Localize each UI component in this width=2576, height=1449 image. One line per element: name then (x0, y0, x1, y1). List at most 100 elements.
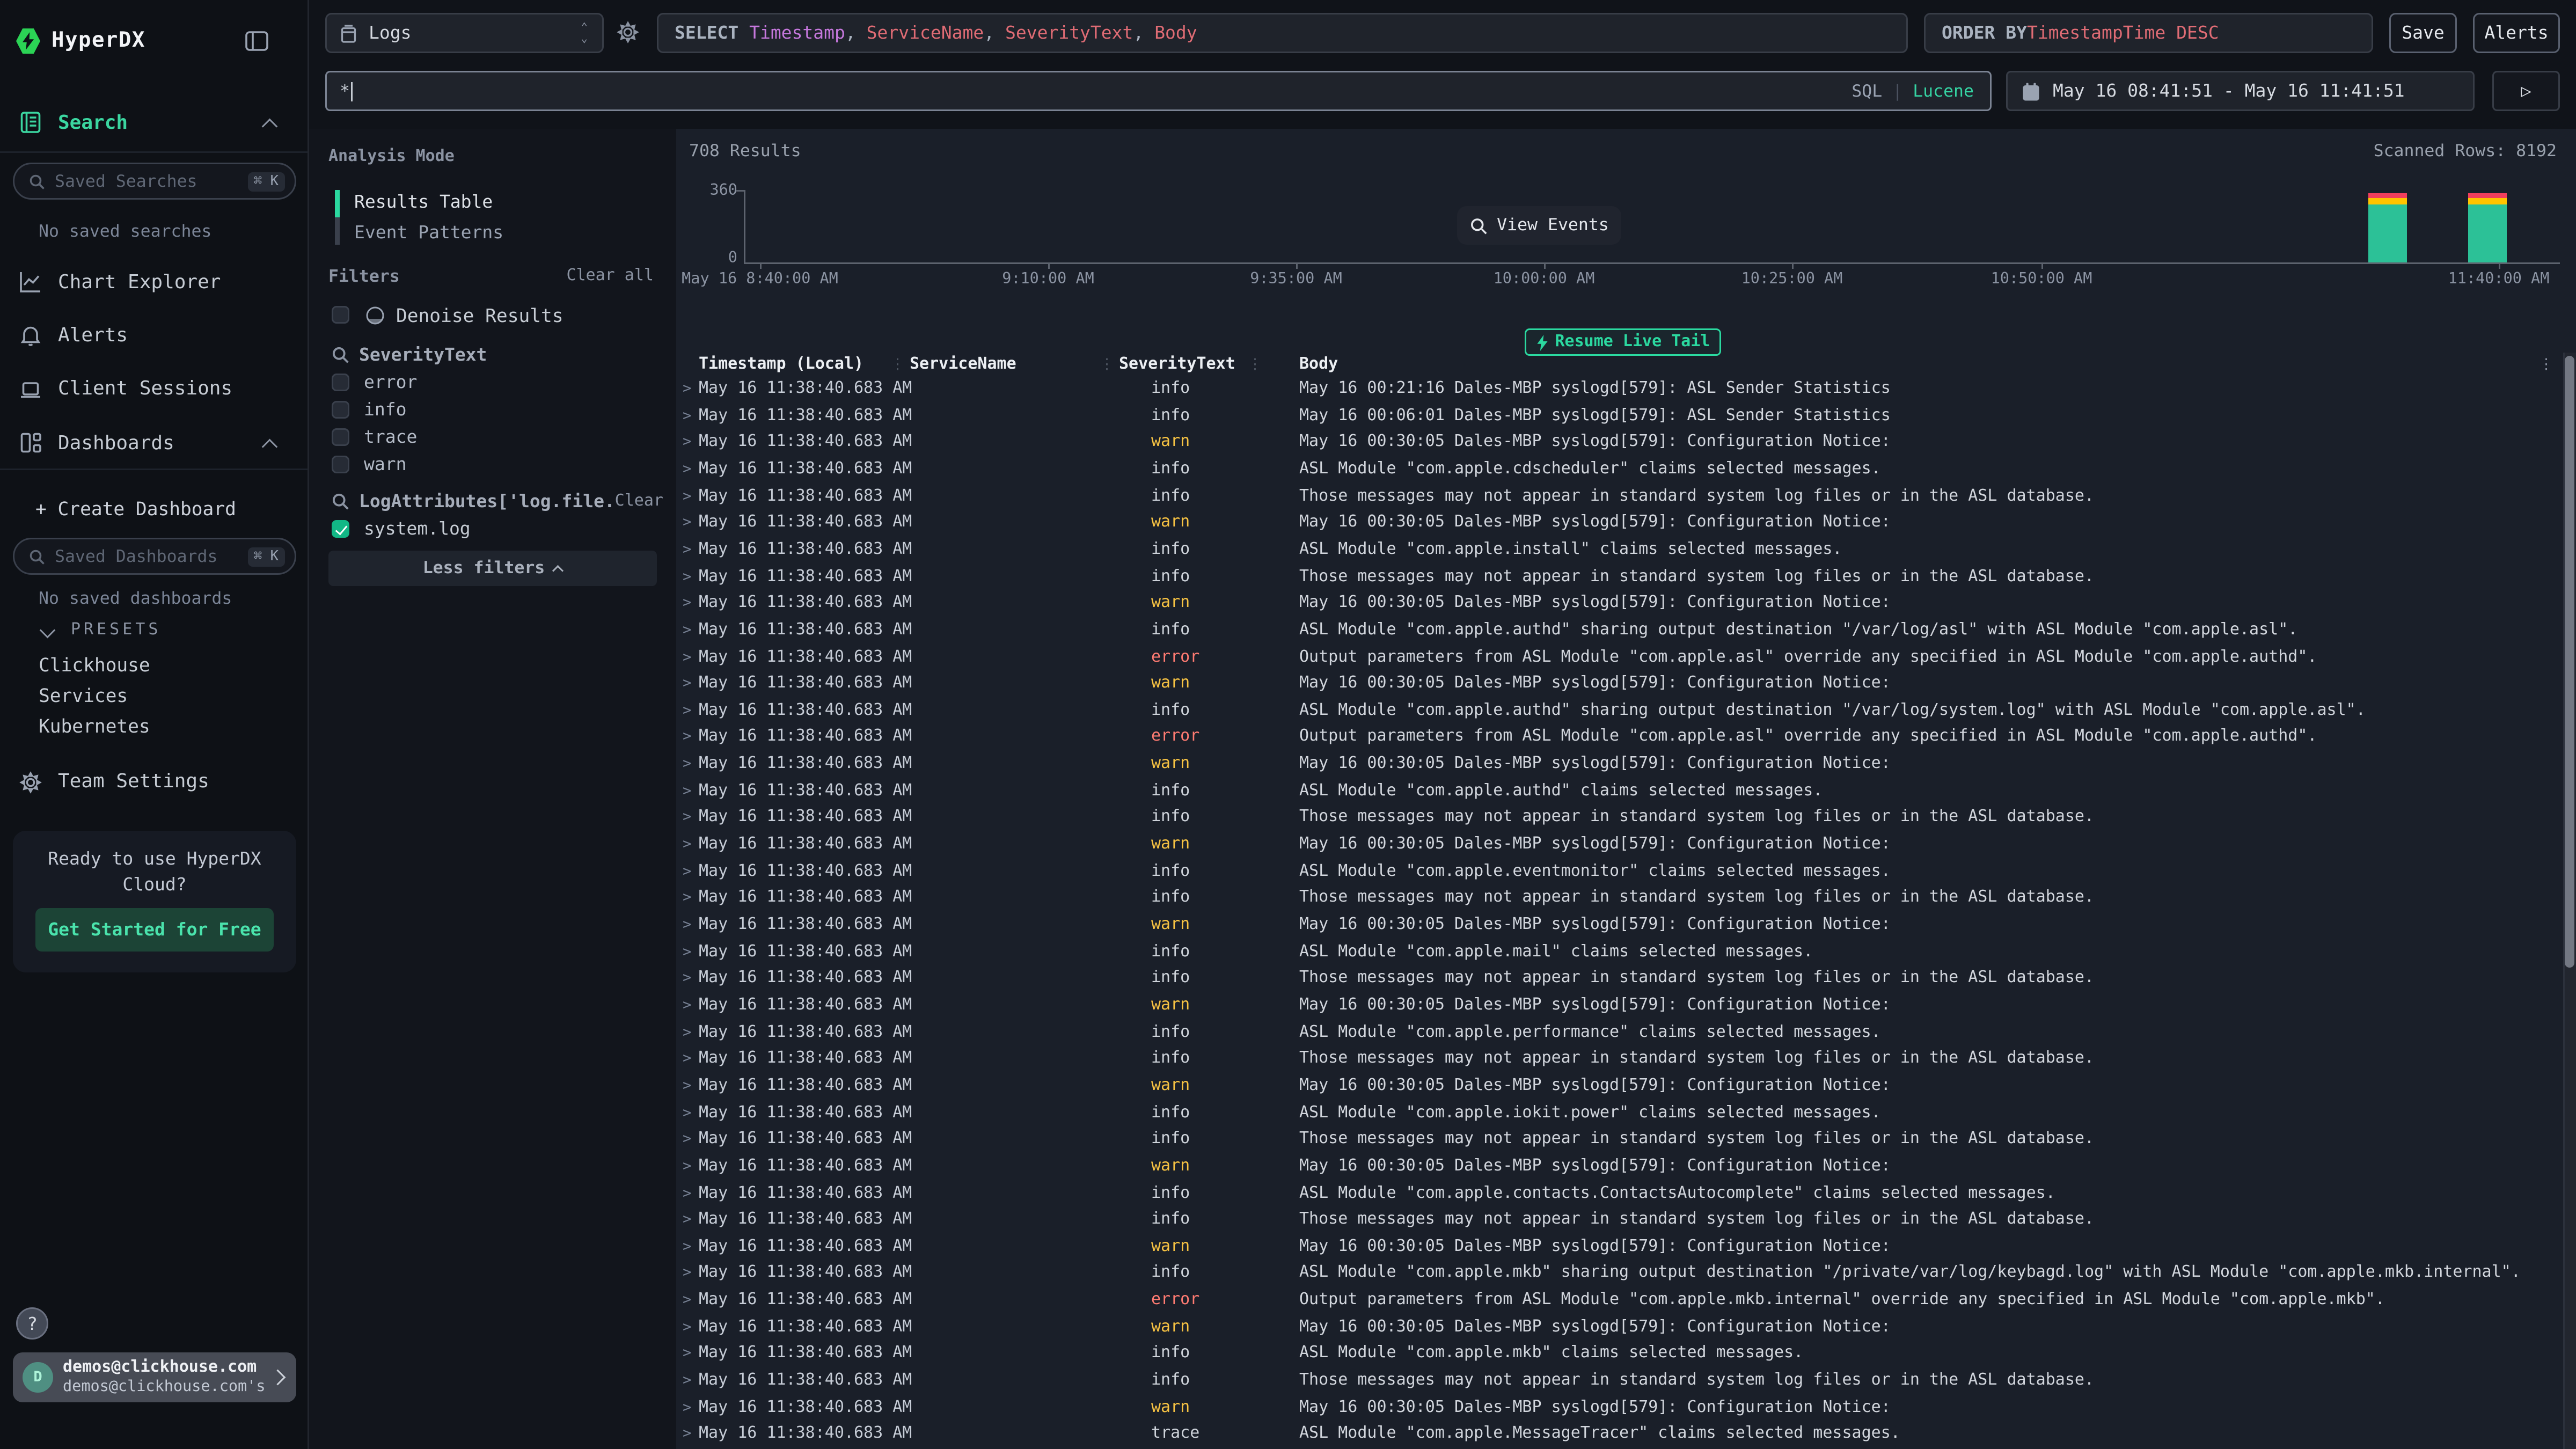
view-events-button[interactable]: View Events (1457, 206, 1621, 245)
row-expand-icon[interactable]: > (683, 1074, 691, 1101)
filter-group-logattributes[interactable]: LogAttributes['log.file.nam (359, 491, 612, 512)
table-row[interactable]: >May 16 11:38:40.683 AMwarnMay 16 00:30:… (676, 1315, 2563, 1342)
table-row[interactable]: >May 16 11:38:40.683 AMwarnMay 16 00:30:… (676, 913, 2563, 940)
help-button[interactable]: ? (16, 1307, 48, 1340)
save-button[interactable]: Save (2389, 13, 2457, 53)
table-row[interactable]: >May 16 11:38:40.683 AMinfoASL Module "c… (676, 457, 2563, 484)
table-row[interactable]: >May 16 11:38:40.683 AMerrorOutput param… (676, 725, 2563, 752)
filter-option-error[interactable]: error (364, 372, 417, 393)
resume-live-tail-button[interactable]: Resume Live Tail (1525, 328, 1721, 356)
row-expand-icon[interactable]: > (683, 377, 691, 404)
row-expand-icon[interactable]: > (683, 1368, 691, 1395)
sql-select-editor[interactable]: SELECT Timestamp, ServiceName, SeverityT… (657, 13, 1908, 53)
alerts-button[interactable]: Alerts (2473, 13, 2560, 53)
get-started-button[interactable]: Get Started for Free (35, 908, 274, 952)
table-row[interactable]: >May 16 11:38:40.683 AMinfoASL Module "c… (676, 538, 2563, 565)
row-expand-icon[interactable]: > (683, 1342, 691, 1368)
clear-all-button[interactable]: Clear all (566, 267, 654, 285)
table-row[interactable]: >May 16 11:38:40.683 AMwarnMay 16 00:30:… (676, 591, 2563, 618)
preset-clickhouse[interactable]: Clickhouse (39, 654, 150, 676)
run-query-button[interactable]: ▷ (2492, 71, 2560, 111)
create-dashboard-button[interactable]: + Create Dashboard (35, 497, 236, 520)
filter-option-warn[interactable]: warn (364, 454, 407, 475)
sidebar-collapse-icon[interactable] (245, 31, 269, 52)
search-query-input[interactable]: * SQL | Lucene (325, 71, 1992, 111)
scrollbar-thumb[interactable] (2565, 356, 2574, 968)
filter-option-info[interactable]: info (364, 399, 407, 420)
row-expand-icon[interactable]: > (683, 1261, 691, 1288)
column-separator[interactable]: ⋮ (890, 357, 905, 374)
table-row[interactable]: >May 16 11:38:40.683 AMinfoASL Module "c… (676, 698, 2563, 725)
table-row[interactable]: >May 16 11:38:40.683 AMinfoASL Module "c… (676, 779, 2563, 806)
row-expand-icon[interactable]: > (683, 967, 691, 993)
histogram-bar[interactable] (2468, 193, 2507, 262)
row-expand-icon[interactable]: > (683, 1288, 691, 1315)
row-expand-icon[interactable]: > (683, 993, 691, 1020)
row-expand-icon[interactable]: > (683, 752, 691, 779)
row-expand-icon[interactable]: > (683, 1047, 691, 1074)
row-expand-icon[interactable]: > (683, 1208, 691, 1234)
table-row[interactable]: >May 16 11:38:40.683 AMwarnMay 16 00:30:… (676, 430, 2563, 457)
table-row[interactable]: >May 16 11:38:40.683 AMwarnMay 16 00:30:… (676, 1154, 2563, 1181)
table-row[interactable]: >May 16 11:38:40.683 AMinfoASL Module "c… (676, 1342, 2563, 1368)
row-expand-icon[interactable]: > (683, 1234, 691, 1261)
table-row[interactable]: >May 16 11:38:40.683 AMwarnMay 16 00:30:… (676, 511, 2563, 538)
table-row[interactable]: >May 16 11:38:40.683 AMerrorOutput param… (676, 645, 2563, 672)
row-expand-icon[interactable]: > (683, 565, 691, 591)
order-by-editor[interactable]: ORDER BY TimestampTime DESC (1924, 13, 2373, 53)
kebab-menu-icon[interactable]: ⋮ (2539, 357, 2553, 374)
table-row[interactable]: >May 16 11:38:40.683 AMwarnMay 16 00:30:… (676, 1234, 2563, 1261)
table-row[interactable]: >May 16 11:38:40.683 AMwarnMay 16 00:30:… (676, 993, 2563, 1020)
row-expand-icon[interactable]: > (683, 1181, 691, 1208)
mode-results-table[interactable]: Results Table (354, 192, 493, 213)
row-expand-icon[interactable]: > (683, 511, 691, 538)
row-expand-icon[interactable]: > (683, 913, 691, 940)
filter-checkbox-warn[interactable] (332, 456, 349, 473)
row-expand-icon[interactable]: > (683, 1020, 691, 1047)
table-row[interactable]: >May 16 11:38:40.683 AMwarnMay 16 00:30:… (676, 832, 2563, 859)
filter-checkbox-trace[interactable] (332, 428, 349, 446)
chevron-down-icon[interactable] (40, 623, 56, 639)
sidebar-item-dashboards[interactable]: Dashboards (58, 431, 174, 454)
row-expand-icon[interactable]: > (683, 832, 691, 859)
row-expand-icon[interactable]: > (683, 1395, 691, 1422)
column-header-body[interactable]: Body (1299, 356, 1338, 374)
column-separator[interactable]: ⋮ (1248, 357, 1262, 374)
row-expand-icon[interactable]: > (683, 1422, 691, 1449)
clear-group-button[interactable]: Clear (615, 493, 663, 510)
chevron-up-icon[interactable] (262, 119, 278, 135)
time-range-picker[interactable]: May 16 08:41:51 - May 16 11:41:51 (2006, 71, 2475, 111)
table-row[interactable]: >May 16 11:38:40.683 AMinfoThose message… (676, 1128, 2563, 1154)
histogram-bar[interactable] (2368, 193, 2407, 262)
table-row[interactable]: >May 16 11:38:40.683 AMerrorOutput param… (676, 1288, 2563, 1315)
denoise-checkbox[interactable] (332, 306, 349, 324)
filter-group-severitytext[interactable]: SeverityText (359, 345, 487, 365)
filter-checkbox-info[interactable] (332, 401, 349, 419)
table-row[interactable]: >May 16 11:38:40.683 AMinfoASL Module "c… (676, 859, 2563, 886)
row-expand-icon[interactable]: > (683, 1315, 691, 1342)
row-expand-icon[interactable]: > (683, 1154, 691, 1181)
saved-searches-input[interactable]: Saved Searches ⌘ K (13, 163, 296, 200)
table-row[interactable]: >May 16 11:38:40.683 AMinfoASL Module "c… (676, 1261, 2563, 1288)
table-row[interactable]: >May 16 11:38:40.683 AMwarnMay 16 00:30:… (676, 1074, 2563, 1101)
gear-icon[interactable] (617, 21, 639, 43)
table-row[interactable]: >May 16 11:38:40.683 AMwarnMay 16 00:30:… (676, 1395, 2563, 1422)
row-expand-icon[interactable]: > (683, 538, 691, 565)
table-row[interactable]: >May 16 11:38:40.683 AMinfoThose message… (676, 967, 2563, 993)
table-row[interactable]: >May 16 11:38:40.683 AMinfoASL Module "c… (676, 940, 2563, 967)
row-expand-icon[interactable]: > (683, 698, 691, 725)
row-expand-icon[interactable]: > (683, 940, 691, 967)
source-select[interactable]: Logs ⌃⌄ (325, 13, 604, 53)
row-expand-icon[interactable]: > (683, 430, 691, 457)
filter-option-trace[interactable]: trace (364, 427, 417, 448)
row-expand-icon[interactable]: > (683, 591, 691, 618)
table-row[interactable]: >May 16 11:38:40.683 AMinfoThose message… (676, 1368, 2563, 1395)
sidebar-item-team-settings[interactable]: Team Settings (58, 770, 209, 792)
filter-checkbox-error[interactable] (332, 374, 349, 391)
filter-option-systemlog[interactable]: system.log (364, 518, 471, 539)
column-header-severitytext[interactable]: SeverityText (1119, 356, 1235, 374)
table-row[interactable]: >May 16 11:38:40.683 AMinfoThose message… (676, 484, 2563, 511)
less-filters-button[interactable]: Less filters (328, 551, 657, 586)
row-expand-icon[interactable]: > (683, 1128, 691, 1154)
column-header-timestamp[interactable]: Timestamp (Local) (699, 356, 863, 374)
